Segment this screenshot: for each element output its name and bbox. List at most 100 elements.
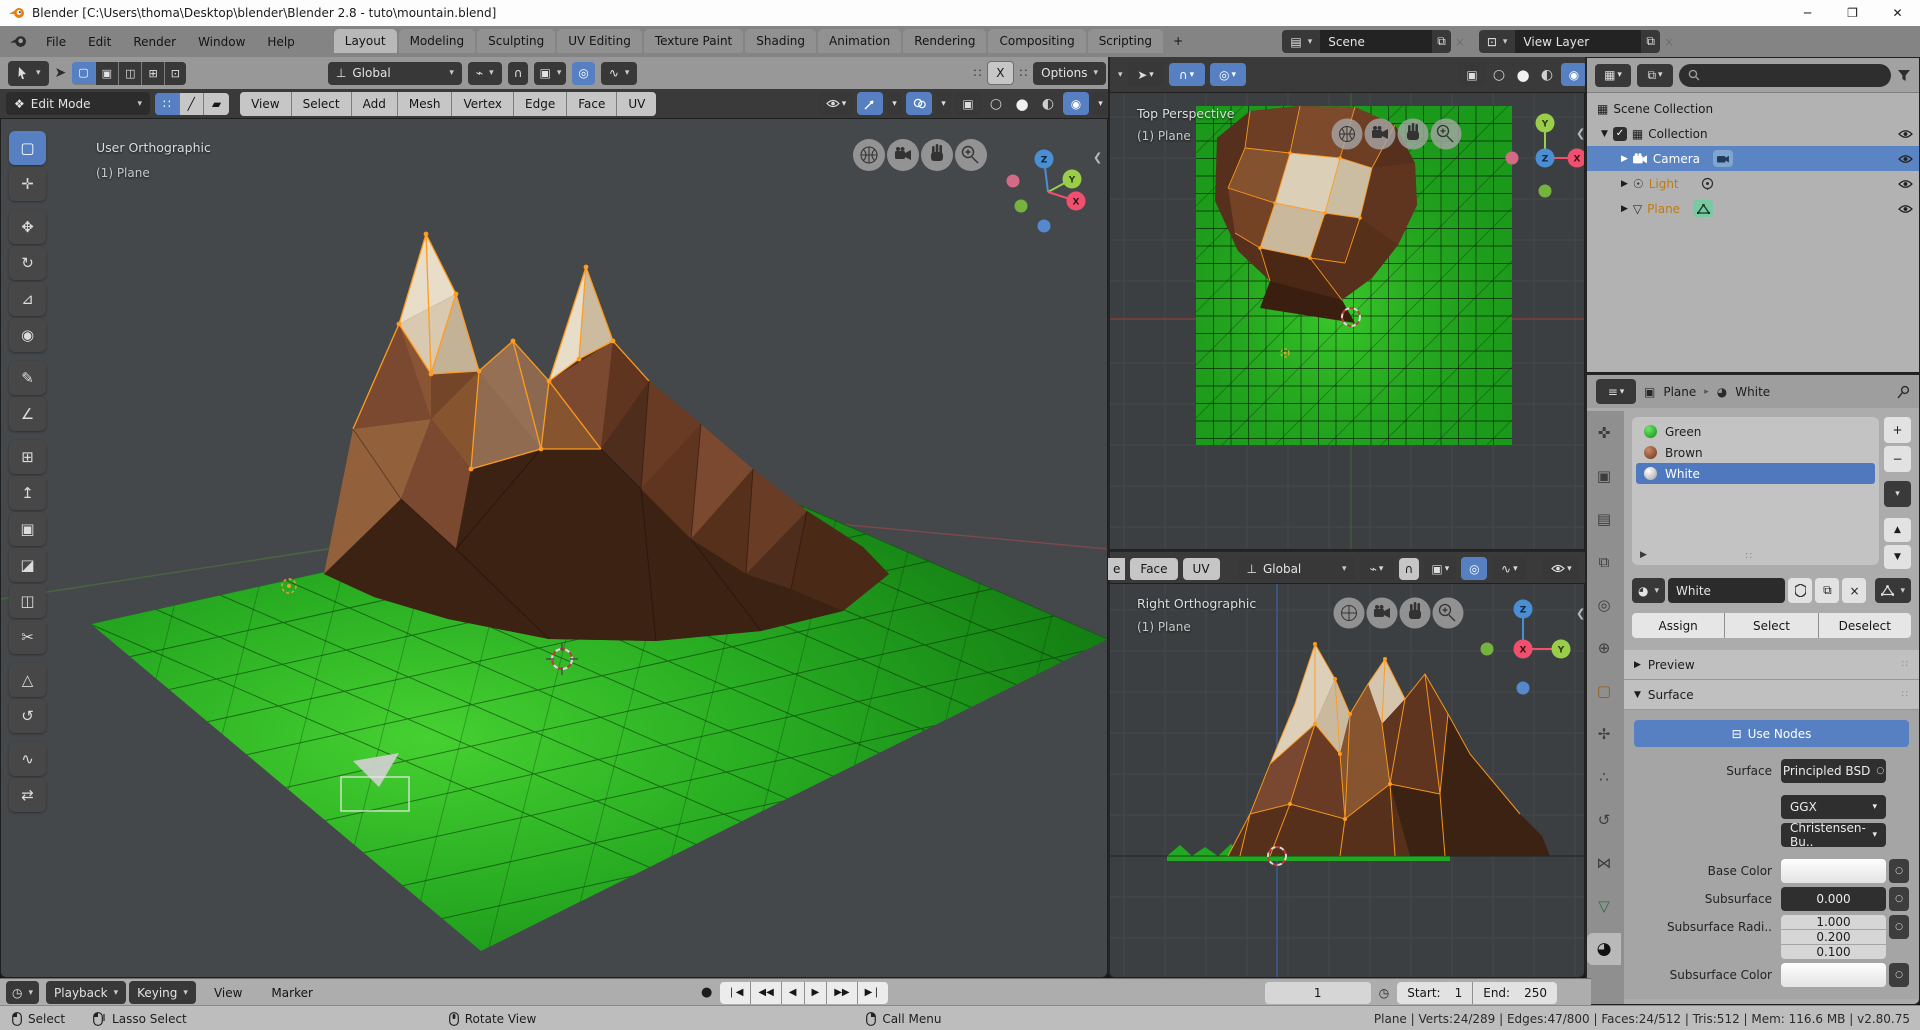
minimize-button[interactable]: ─ bbox=[1785, 0, 1830, 26]
record-button[interactable]: ● bbox=[701, 985, 712, 1000]
visibility-dropdown[interactable]: ▾ bbox=[1543, 557, 1579, 580]
scene-delete-button[interactable]: × bbox=[1451, 30, 1469, 53]
visibility-dropdown[interactable]: ▾ bbox=[819, 92, 853, 115]
breadcrumb-material[interactable]: White bbox=[1735, 385, 1770, 399]
vertex-select-button[interactable]: ∷ bbox=[155, 93, 179, 115]
select-button[interactable]: Select bbox=[1725, 613, 1817, 638]
radius-z-field[interactable]: 0.100 bbox=[1781, 945, 1886, 959]
current-frame-field[interactable]: 1 bbox=[1265, 982, 1371, 1004]
tab-scene[interactable]: ◎ bbox=[1587, 589, 1621, 621]
shading-wireframe-button[interactable]: ○ bbox=[1489, 67, 1509, 83]
filter-icon[interactable] bbox=[1897, 69, 1911, 82]
end-frame-field[interactable]: End:250 bbox=[1473, 982, 1557, 1004]
close-button[interactable]: ✕ bbox=[1875, 0, 1920, 26]
mirror-x-toggle[interactable]: X bbox=[987, 61, 1013, 85]
node-tree-dropdown[interactable]: ▾ bbox=[1875, 578, 1911, 603]
proportional-editing-toggle[interactable]: ◎ bbox=[572, 62, 594, 85]
remove-slot-button[interactable]: − bbox=[1884, 446, 1911, 472]
edge-select-button[interactable]: ╱ bbox=[180, 93, 203, 115]
viewport-top[interactable]: Y Z X ❮ Top Perspective (1) Plane bbox=[1108, 92, 1585, 550]
subsurface-method-dropdown[interactable]: Christensen-Bu.. ▾ bbox=[1781, 823, 1886, 847]
transform-orientation-dropdown[interactable]: ⊥ Global ▾ bbox=[328, 62, 462, 85]
snap-options-dropdown[interactable]: ▣▾ bbox=[1424, 557, 1456, 580]
tab-scripting[interactable]: Scripting bbox=[1088, 29, 1163, 53]
outliner-row-light[interactable]: ▶ ☉ Light bbox=[1587, 171, 1919, 196]
stopwatch-icon[interactable]: ◷ bbox=[1379, 986, 1389, 1000]
mesh-data-badge[interactable] bbox=[1693, 200, 1713, 217]
shading-solid-button[interactable]: ● bbox=[1513, 66, 1533, 84]
tool-scale[interactable]: ⊿ bbox=[9, 282, 46, 316]
radius-y-field[interactable]: 0.200 bbox=[1781, 930, 1886, 944]
distribution-dropdown[interactable]: GGX ▾ bbox=[1781, 795, 1886, 819]
menu-help[interactable]: Help bbox=[256, 30, 305, 54]
outliner-row-plane[interactable]: ▶ ▽ Plane bbox=[1587, 196, 1919, 221]
tab-texture-paint[interactable]: Texture Paint bbox=[644, 29, 743, 53]
snap-toggle[interactable]: ∩ bbox=[508, 62, 529, 85]
tab-layout[interactable]: Layout bbox=[334, 29, 397, 53]
radius-x-field[interactable]: 1.000 bbox=[1781, 915, 1886, 929]
display-mode-dropdown[interactable]: ⧉▾ bbox=[1637, 64, 1673, 87]
menu-file[interactable]: File bbox=[35, 30, 77, 54]
tab-modeling[interactable]: Modeling bbox=[399, 29, 476, 53]
scene-type-dropdown[interactable]: ▤ ▾ bbox=[1282, 30, 1320, 53]
disclosure-icon[interactable]: ▶ bbox=[1621, 179, 1628, 189]
subsurface-value-field[interactable]: 0.000 bbox=[1781, 887, 1886, 911]
gizmo-dropdown[interactable]: ▾ bbox=[887, 92, 902, 115]
tool-select-box[interactable]: ▢ bbox=[9, 131, 46, 165]
tool-extrude-region[interactable]: ↥ bbox=[9, 476, 46, 510]
menu-uv[interactable]: UV bbox=[617, 92, 656, 116]
menu-edit[interactable]: Edit bbox=[77, 30, 122, 54]
jump-to-start-button[interactable]: ❘◀ bbox=[720, 982, 750, 1004]
scene-copy-button[interactable]: ⧉ bbox=[1432, 30, 1451, 53]
tool-edge-slide[interactable]: ⇄ bbox=[9, 778, 46, 812]
tool-measure[interactable]: ∠ bbox=[9, 397, 46, 431]
tool-smooth[interactable]: ∿ bbox=[9, 742, 46, 776]
play-reverse-button[interactable]: ◀ bbox=[782, 982, 804, 1004]
tool-loop-cut[interactable]: ◫ bbox=[9, 584, 46, 618]
face-select-button[interactable]: ▰ bbox=[204, 93, 229, 115]
play-button[interactable]: ▶ bbox=[805, 982, 827, 1004]
marker-menu[interactable]: Marker bbox=[260, 981, 323, 1005]
menu-window[interactable]: Window bbox=[187, 30, 256, 54]
gizmo-toggle[interactable] bbox=[857, 92, 883, 115]
shading-rendered-button[interactable]: ◉ bbox=[1063, 92, 1089, 115]
material-browse-dropdown[interactable]: ◕▾ bbox=[1632, 578, 1665, 603]
tool-bevel[interactable]: ◪ bbox=[9, 548, 46, 582]
falloff-dropdown[interactable]: ∿▾ bbox=[601, 62, 638, 85]
snap-target-dropdown[interactable]: ⌁▾ bbox=[1360, 557, 1394, 580]
animate-dot-button[interactable]: ○ bbox=[1889, 859, 1909, 883]
start-frame-field[interactable]: Start:1 bbox=[1397, 982, 1472, 1004]
eye-icon[interactable] bbox=[1898, 204, 1913, 214]
outliner-row-collection[interactable]: ▼ ✓ ▦ Collection bbox=[1587, 121, 1919, 146]
blender-menu-icon[interactable] bbox=[10, 35, 27, 48]
tool-poly-build[interactable]: △ bbox=[9, 663, 46, 697]
tool-dropdown[interactable]: ➤▾ bbox=[1128, 63, 1164, 86]
shading-material-button[interactable]: ◐ bbox=[1037, 96, 1059, 112]
slot-brown[interactable]: Brown bbox=[1636, 442, 1875, 463]
select-mode-invert-button[interactable]: ⊞ bbox=[142, 62, 163, 85]
editor-type-dropdown[interactable]: ◷ ▾ bbox=[6, 981, 39, 1004]
tool-knife[interactable]: ✂ bbox=[9, 620, 46, 654]
tweak-cursor-icon[interactable]: ➤ bbox=[55, 65, 67, 81]
select-mode-subtract-button[interactable]: ◫ bbox=[119, 62, 141, 85]
shading-solid-button[interactable]: ● bbox=[1011, 95, 1033, 113]
slot-white[interactable]: White bbox=[1636, 463, 1875, 484]
material-name-field[interactable]: White bbox=[1668, 578, 1785, 603]
scene-name-field[interactable]: Scene bbox=[1320, 30, 1432, 53]
menu-view[interactable]: View bbox=[240, 92, 290, 116]
list-grip[interactable]: ∷ bbox=[1746, 551, 1753, 562]
menu-edge-truncated[interactable]: e bbox=[1108, 558, 1125, 580]
outliner-row-scene-collection[interactable]: ▦ Scene Collection bbox=[1587, 96, 1919, 121]
tab-uv-editing[interactable]: UV Editing bbox=[557, 29, 642, 53]
tab-sculpting[interactable]: Sculpting bbox=[477, 29, 555, 53]
tab-tool[interactable]: ✜ bbox=[1587, 417, 1621, 449]
tab-output[interactable]: ▤ bbox=[1587, 503, 1621, 535]
tab-particles[interactable]: ∴ bbox=[1587, 761, 1621, 793]
menu-vertex[interactable]: Vertex bbox=[452, 92, 513, 116]
view-layer-copy-button[interactable]: ⧉ bbox=[1641, 30, 1660, 53]
mode-dropdown[interactable]: ❖ Edit Mode ▾ bbox=[6, 92, 150, 115]
header-chevron-icon[interactable]: ▾ bbox=[1118, 70, 1123, 80]
tab-modifiers[interactable]: ✢ bbox=[1587, 718, 1621, 750]
outliner-row-camera[interactable]: ▶ Camera bbox=[1587, 146, 1919, 171]
use-nodes-button[interactable]: ⊟ Use Nodes bbox=[1634, 720, 1909, 747]
